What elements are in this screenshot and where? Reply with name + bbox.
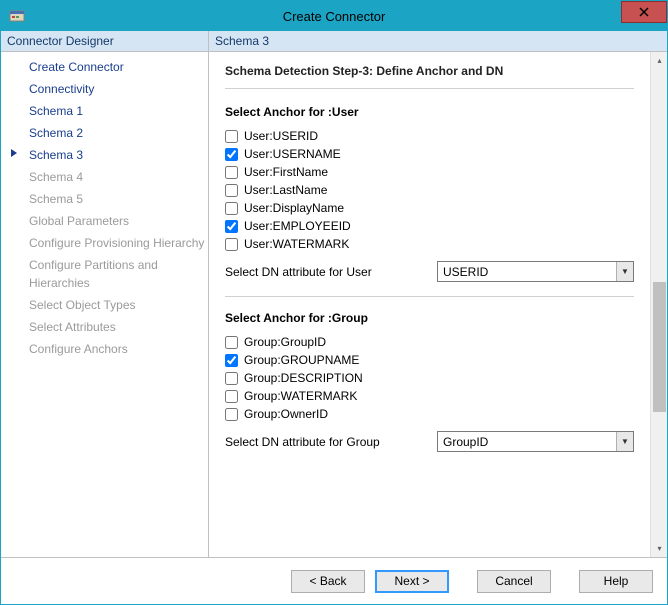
anchor-checkbox-label: Group:GROUPNAME — [244, 353, 359, 367]
close-icon — [639, 7, 649, 17]
anchor-checkbox-label: User:DisplayName — [244, 201, 344, 215]
nav-list: Create ConnectorConnectivitySchema 1Sche… — [1, 52, 208, 364]
anchor-checkbox-row[interactable]: User:DisplayName — [225, 201, 634, 215]
help-button[interactable]: Help — [579, 570, 653, 593]
anchor-checkbox-row[interactable]: Group:GroupID — [225, 335, 634, 349]
anchor-checkbox-label: User:EMPLOYEEID — [244, 219, 351, 233]
nav-item[interactable]: Schema 3 — [1, 144, 208, 166]
user-anchor-checkboxes: User:USERID User:USERNAME User:FirstName Us… — [225, 129, 634, 251]
group-anchor-checkboxes: Group:GroupID Group:GROUPNAME Group:DESCRI… — [225, 335, 634, 421]
user-anchor-label: Select Anchor for :User — [225, 105, 634, 119]
anchor-checkbox-label: User:LastName — [244, 183, 327, 197]
scrollbar-thumb[interactable] — [653, 282, 666, 412]
scroll-up-icon[interactable]: ▴ — [651, 52, 667, 69]
anchor-checkbox-row[interactable]: Group:DESCRIPTION — [225, 371, 634, 385]
anchor-checkbox-label: User:WATERMARK — [244, 237, 349, 251]
anchor-checkbox[interactable] — [225, 408, 238, 421]
nav-item[interactable]: Schema 1 — [1, 100, 208, 122]
nav-item: Global Parameters — [1, 210, 208, 232]
nav-item: Configure Partitions and Hierarchies — [1, 254, 208, 294]
anchor-checkbox[interactable] — [225, 184, 238, 197]
user-dn-row: Select DN attribute for User USERID ▼ — [225, 261, 634, 282]
step-title: Schema Detection Step-3: Define Anchor a… — [225, 64, 634, 89]
nav-item: Configure Anchors — [1, 338, 208, 360]
anchor-checkbox-label: Group:DESCRIPTION — [244, 371, 363, 385]
anchor-checkbox[interactable] — [225, 336, 238, 349]
anchor-checkbox-row[interactable]: User:USERNAME — [225, 147, 634, 161]
sidebar-header: Connector Designer — [1, 31, 208, 52]
nav-item: Schema 4 — [1, 166, 208, 188]
window-title: Create Connector — [1, 9, 667, 24]
user-dn-label: Select DN attribute for User — [225, 265, 425, 279]
anchor-checkbox[interactable] — [225, 130, 238, 143]
anchor-checkbox[interactable] — [225, 238, 238, 251]
anchor-checkbox-row[interactable]: User:LastName — [225, 183, 634, 197]
user-dn-value: USERID — [438, 265, 493, 279]
chevron-down-icon: ▼ — [616, 432, 633, 451]
anchor-checkbox-row[interactable]: User:FirstName — [225, 165, 634, 179]
user-dn-combo[interactable]: USERID ▼ — [437, 261, 634, 282]
group-dn-row: Select DN attribute for Group GroupID ▼ — [225, 431, 634, 452]
nav-item: Select Object Types — [1, 294, 208, 316]
main-header: Schema 3 — [209, 31, 667, 52]
scroll-down-icon[interactable]: ▾ — [651, 540, 667, 557]
anchor-checkbox[interactable] — [225, 390, 238, 403]
nav-item[interactable]: Create Connector — [1, 56, 208, 78]
sidebar: Connector Designer Create ConnectorConne… — [1, 31, 209, 557]
chevron-down-icon: ▼ — [616, 262, 633, 281]
anchor-checkbox[interactable] — [225, 220, 238, 233]
anchor-checkbox[interactable] — [225, 372, 238, 385]
nav-item: Schema 5 — [1, 188, 208, 210]
group-dn-combo[interactable]: GroupID ▼ — [437, 431, 634, 452]
anchor-checkbox[interactable] — [225, 148, 238, 161]
close-button[interactable] — [621, 1, 667, 23]
anchor-checkbox[interactable] — [225, 354, 238, 367]
anchor-checkbox-label: Group:OwnerID — [244, 407, 328, 421]
anchor-checkbox-row[interactable]: User:WATERMARK — [225, 237, 634, 251]
anchor-checkbox-label: User:USERNAME — [244, 147, 341, 161]
anchor-checkbox[interactable] — [225, 166, 238, 179]
next-button[interactable]: Next > — [375, 570, 449, 593]
anchor-checkbox-label: Group:WATERMARK — [244, 389, 357, 403]
anchor-checkbox[interactable] — [225, 202, 238, 215]
anchor-checkbox-row[interactable]: Group:WATERMARK — [225, 389, 634, 403]
wizard-window: Create Connector Connector Designer Crea… — [0, 0, 668, 605]
titlebar: Create Connector — [1, 1, 667, 31]
anchor-checkbox-label: Group:GroupID — [244, 335, 326, 349]
anchor-checkbox-label: User:USERID — [244, 129, 318, 143]
anchor-checkbox-row[interactable]: Group:GROUPNAME — [225, 353, 634, 367]
anchor-checkbox-row[interactable]: User:EMPLOYEEID — [225, 219, 634, 233]
anchor-checkbox-row[interactable]: User:USERID — [225, 129, 634, 143]
vertical-scrollbar[interactable]: ▴ ▾ — [650, 52, 667, 557]
divider — [225, 296, 634, 297]
cancel-button[interactable]: Cancel — [477, 570, 551, 593]
main-panel: Schema 3 Schema Detection Step-3: Define… — [209, 31, 667, 557]
anchor-checkbox-label: User:FirstName — [244, 165, 328, 179]
group-dn-label: Select DN attribute for Group — [225, 435, 425, 449]
content-wrapper: Schema Detection Step-3: Define Anchor a… — [209, 52, 667, 557]
footer: < Back Next > Cancel Help — [1, 558, 667, 604]
nav-item[interactable]: Connectivity — [1, 78, 208, 100]
nav-item: Configure Provisioning Hierarchy — [1, 232, 208, 254]
nav-item[interactable]: Schema 2 — [1, 122, 208, 144]
group-dn-value: GroupID — [438, 435, 493, 449]
group-anchor-label: Select Anchor for :Group — [225, 311, 634, 325]
back-button[interactable]: < Back — [291, 570, 365, 593]
anchor-checkbox-row[interactable]: Group:OwnerID — [225, 407, 634, 421]
nav-item: Select Attributes — [1, 316, 208, 338]
wizard-body: Connector Designer Create ConnectorConne… — [1, 31, 667, 558]
content: Schema Detection Step-3: Define Anchor a… — [209, 52, 650, 557]
